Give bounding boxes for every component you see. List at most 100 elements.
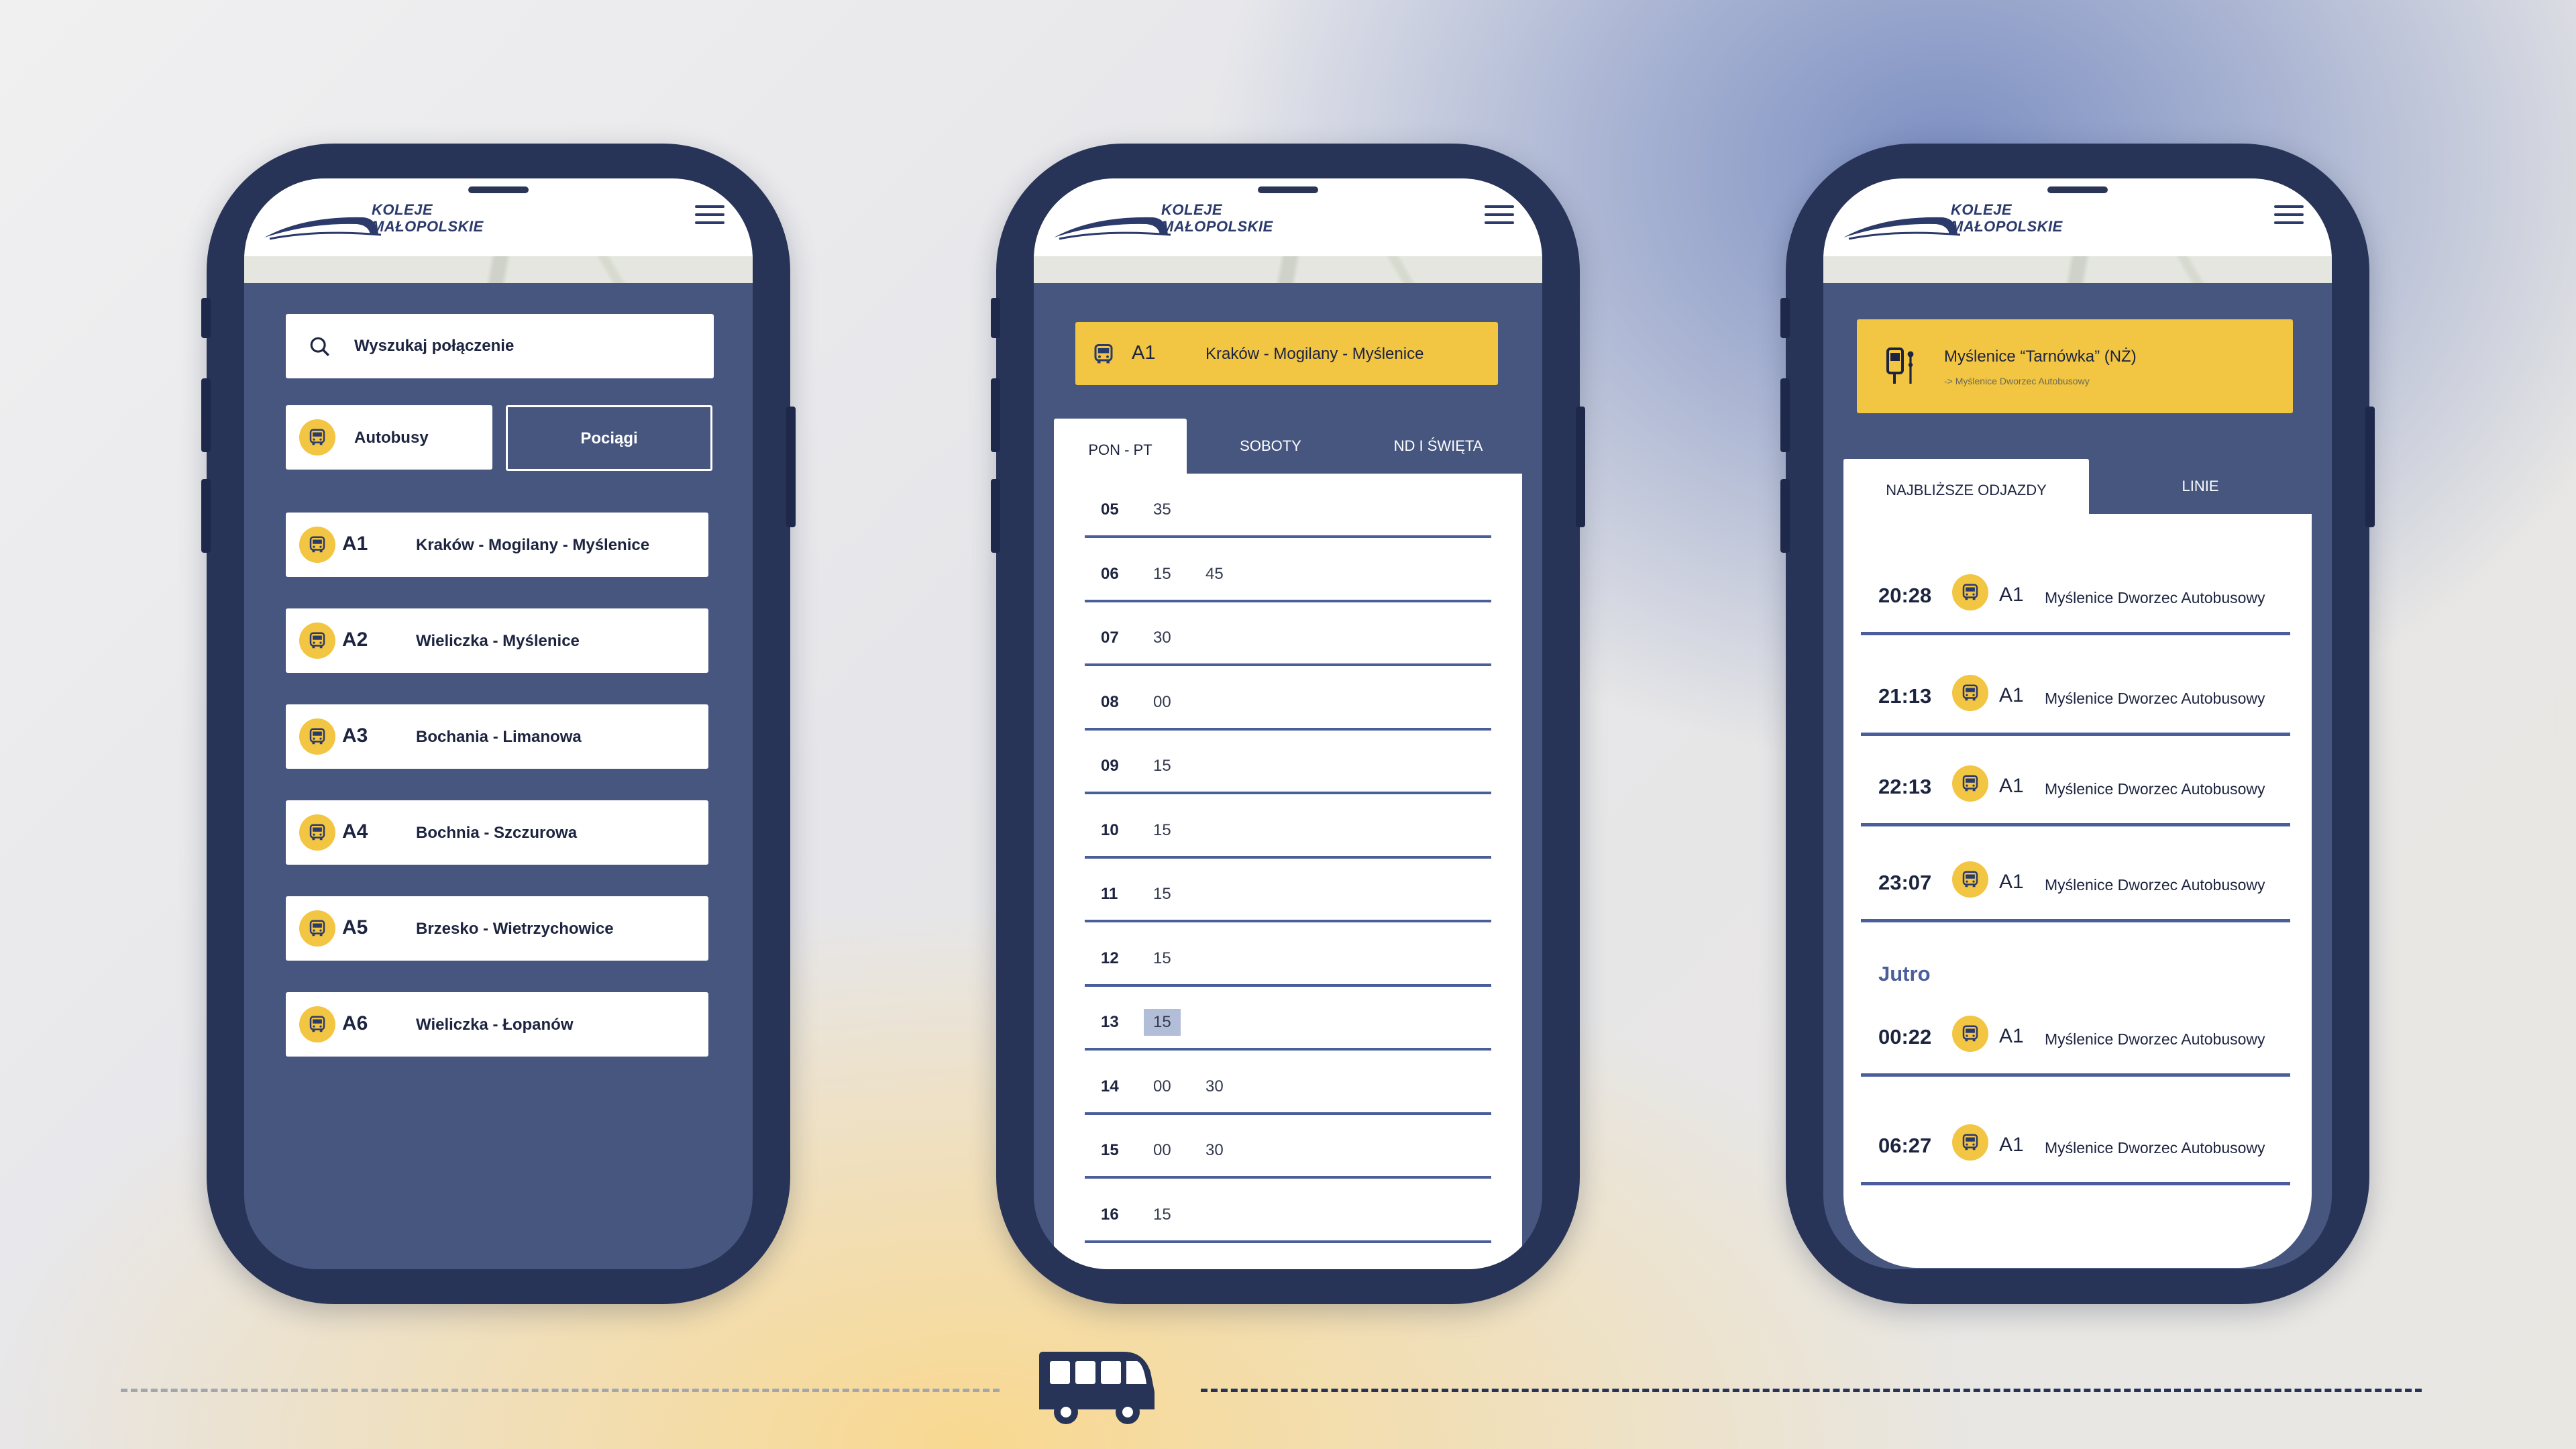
route-name: Kraków - Mogilany - Myślenice (416, 536, 650, 554)
tab-saturdays-label: SOBOTY (1240, 437, 1301, 454)
departure-row[interactable]: 20:28 A1 Myślenice Dworzec Autobusowy (1843, 574, 2312, 648)
screen-departures: KOLEJE MAŁOPOLSKIE Myślenice “Tarnówka” (… (1823, 178, 2332, 1269)
timetable-hour: 09 (1101, 757, 1119, 775)
timetable-row-divider (1085, 727, 1491, 731)
departure-destination: Myślenice Dworzec Autobusowy (2045, 690, 2265, 707)
departure-line-code: A1 (1999, 584, 2024, 606)
menu-icon[interactable] (1485, 205, 1514, 227)
route-item[interactable]: A3 Bochania - Limanowa (286, 704, 708, 769)
route-item[interactable]: A4 Bochnia - Szczurowa (286, 800, 708, 865)
bus-icon (1952, 574, 1988, 610)
route-name: Brzesko - Wietrzychowice (416, 920, 614, 938)
timetable-hour: 11 (1101, 885, 1118, 903)
bus-icon (299, 814, 335, 851)
filter-trains-label: Pociągi (580, 429, 638, 447)
search-input[interactable]: Wyszukaj połączenie (286, 314, 714, 378)
tab-next-departures-label: NAJBLIŻSZE ODJAZDY (1886, 482, 2047, 498)
timetable-minute[interactable]: 30 (1205, 1141, 1224, 1160)
screen-routes: KOLEJE MAŁOPOLSKIE Wyszukaj połączenie Au… (244, 178, 753, 1269)
route-item[interactable]: A6 Wieliczka - Łopanów (286, 992, 708, 1057)
departure-destination: Myślenice Dworzec Autobusowy (2045, 1030, 2265, 1048)
route-item[interactable]: A1 Kraków - Mogilany - Myślenice (286, 513, 708, 577)
logo-text: KOLEJE MAŁOPOLSKIE (372, 201, 484, 235)
departure-destination: Myślenice Dworzec Autobusowy (2045, 876, 2265, 894)
departure-time: 23:07 (1878, 871, 1932, 894)
departure-row[interactable]: 22:13 A1 Myślenice Dworzec Autobusowy (1843, 765, 2312, 839)
timetable-minute[interactable]: 15 (1144, 1009, 1181, 1036)
timetable-minute[interactable]: 30 (1153, 629, 1171, 647)
bus-icon (299, 623, 335, 659)
timetable-panel: 05 35 06 15 45 07 30 08 00 09 15 10 15 11 15 12 15 13 15 14… (1054, 474, 1522, 1269)
dashed-line-left (121, 1389, 1000, 1392)
route-code: A4 (342, 820, 368, 843)
line-code: A1 (1132, 342, 1156, 364)
timetable-minute[interactable]: 15 (1153, 885, 1171, 904)
route-name: Wieliczka - Łopanów (416, 1016, 574, 1034)
timetable-minute[interactable]: 15 (1153, 757, 1171, 775)
departure-time: 20:28 (1878, 584, 1932, 607)
tab-weekdays[interactable]: PON - PT (1054, 419, 1187, 474)
bus-stop-icon (1886, 347, 1914, 384)
menu-icon[interactable] (2274, 205, 2304, 227)
tab-holidays[interactable]: ND I ŚWIĘTA (1354, 419, 1522, 474)
departure-row[interactable]: 06:27 A1 Myślenice Dworzec Autobusowy (1843, 1124, 2312, 1198)
timetable-row-divider (1085, 535, 1491, 538)
filter-buses-button[interactable]: Autobusy (286, 405, 492, 470)
koleje-malopolskie-logo (1054, 217, 1171, 240)
route-name: Bochnia - Szczurowa (416, 824, 578, 842)
timetable-hour: 06 (1101, 564, 1119, 583)
tab-next-departures[interactable]: NAJBLIŻSZE ODJAZDY (1843, 459, 2089, 514)
timetable-minute[interactable]: 15 (1153, 949, 1171, 968)
departure-time: 06:27 (1878, 1134, 1932, 1157)
departure-time: 00:22 (1878, 1025, 1932, 1049)
bus-illustration-icon (1039, 1352, 1155, 1424)
route-item[interactable]: A5 Brzesko - Wietrzychowice (286, 896, 708, 961)
timetable-minute[interactable]: 00 (1153, 693, 1171, 712)
stop-banner: Myślenice “Tarnówka” (NŻ) -> Myślenice D… (1857, 319, 2293, 413)
route-item[interactable]: A2 Wieliczka - Myślenice (286, 608, 708, 673)
departure-line-code: A1 (1999, 684, 2024, 706)
tab-saturdays[interactable]: SOBOTY (1187, 419, 1354, 474)
timetable-minute[interactable]: 15 (1153, 821, 1171, 840)
timetable-hour: 08 (1101, 692, 1119, 711)
route-code: A1 (342, 533, 368, 555)
filter-trains-button[interactable]: Pociągi (506, 405, 712, 471)
timetable-minute[interactable]: 00 (1153, 1077, 1171, 1096)
departure-row[interactable]: 00:22 A1 Myślenice Dworzec Autobusowy (1843, 1016, 2312, 1089)
departure-row-divider (1861, 1073, 2290, 1077)
timetable-row-divider (1085, 663, 1491, 666)
line-banner: A1 Kraków - Mogilany - Myślenice (1075, 322, 1498, 385)
bus-icon (299, 527, 335, 563)
timetable-row-divider (1085, 1112, 1491, 1115)
search-icon (310, 337, 329, 356)
tab-lines[interactable]: LINIE (2089, 459, 2312, 514)
tab-holidays-label: ND I ŚWIĘTA (1393, 437, 1483, 454)
stop-direction: -> Myślenice Dworzec Autobusowy (1944, 376, 2090, 386)
timetable-row-divider (1085, 599, 1491, 602)
departure-row[interactable]: 21:13 A1 Myślenice Dworzec Autobusowy (1843, 675, 2312, 749)
timetable-minute[interactable]: 00 (1153, 1141, 1171, 1160)
timetable-minute[interactable]: 30 (1205, 1077, 1224, 1096)
departure-row-divider (1861, 823, 2290, 826)
koleje-malopolskie-logo (264, 217, 382, 240)
bus-icon (1952, 765, 1988, 802)
route-name: Bochania - Limanowa (416, 728, 582, 746)
timetable-minute[interactable]: 45 (1205, 565, 1224, 584)
timetable-minute[interactable]: 35 (1153, 500, 1171, 519)
phone-timetable: KOLEJE MAŁOPOLSKIE A1 Kraków - Mogilany -… (991, 144, 1585, 1304)
timetable-hour: 16 (1101, 1205, 1119, 1224)
route-code: A6 (342, 1012, 368, 1034)
departure-row[interactable]: 23:07 A1 Myślenice Dworzec Autobusowy (1843, 861, 2312, 935)
menu-icon[interactable] (695, 205, 724, 227)
departure-destination: Myślenice Dworzec Autobusowy (2045, 780, 2265, 798)
timetable-hour: 05 (1101, 500, 1119, 519)
tab-lines-label: LINIE (2182, 478, 2219, 494)
timetable-minute[interactable]: 15 (1153, 1205, 1171, 1224)
phone-routes-list: KOLEJE MAŁOPOLSKIE Wyszukaj połączenie Au… (201, 144, 796, 1304)
route-code: A2 (342, 629, 368, 651)
timetable-minute[interactable]: 15 (1153, 565, 1171, 584)
line-name: Kraków - Mogilany - Myślenice (1205, 345, 1424, 363)
timetable-row-divider (1085, 1048, 1491, 1051)
timetable-hour: 13 (1101, 1013, 1119, 1031)
tomorrow-label: Jutro (1878, 962, 1931, 985)
